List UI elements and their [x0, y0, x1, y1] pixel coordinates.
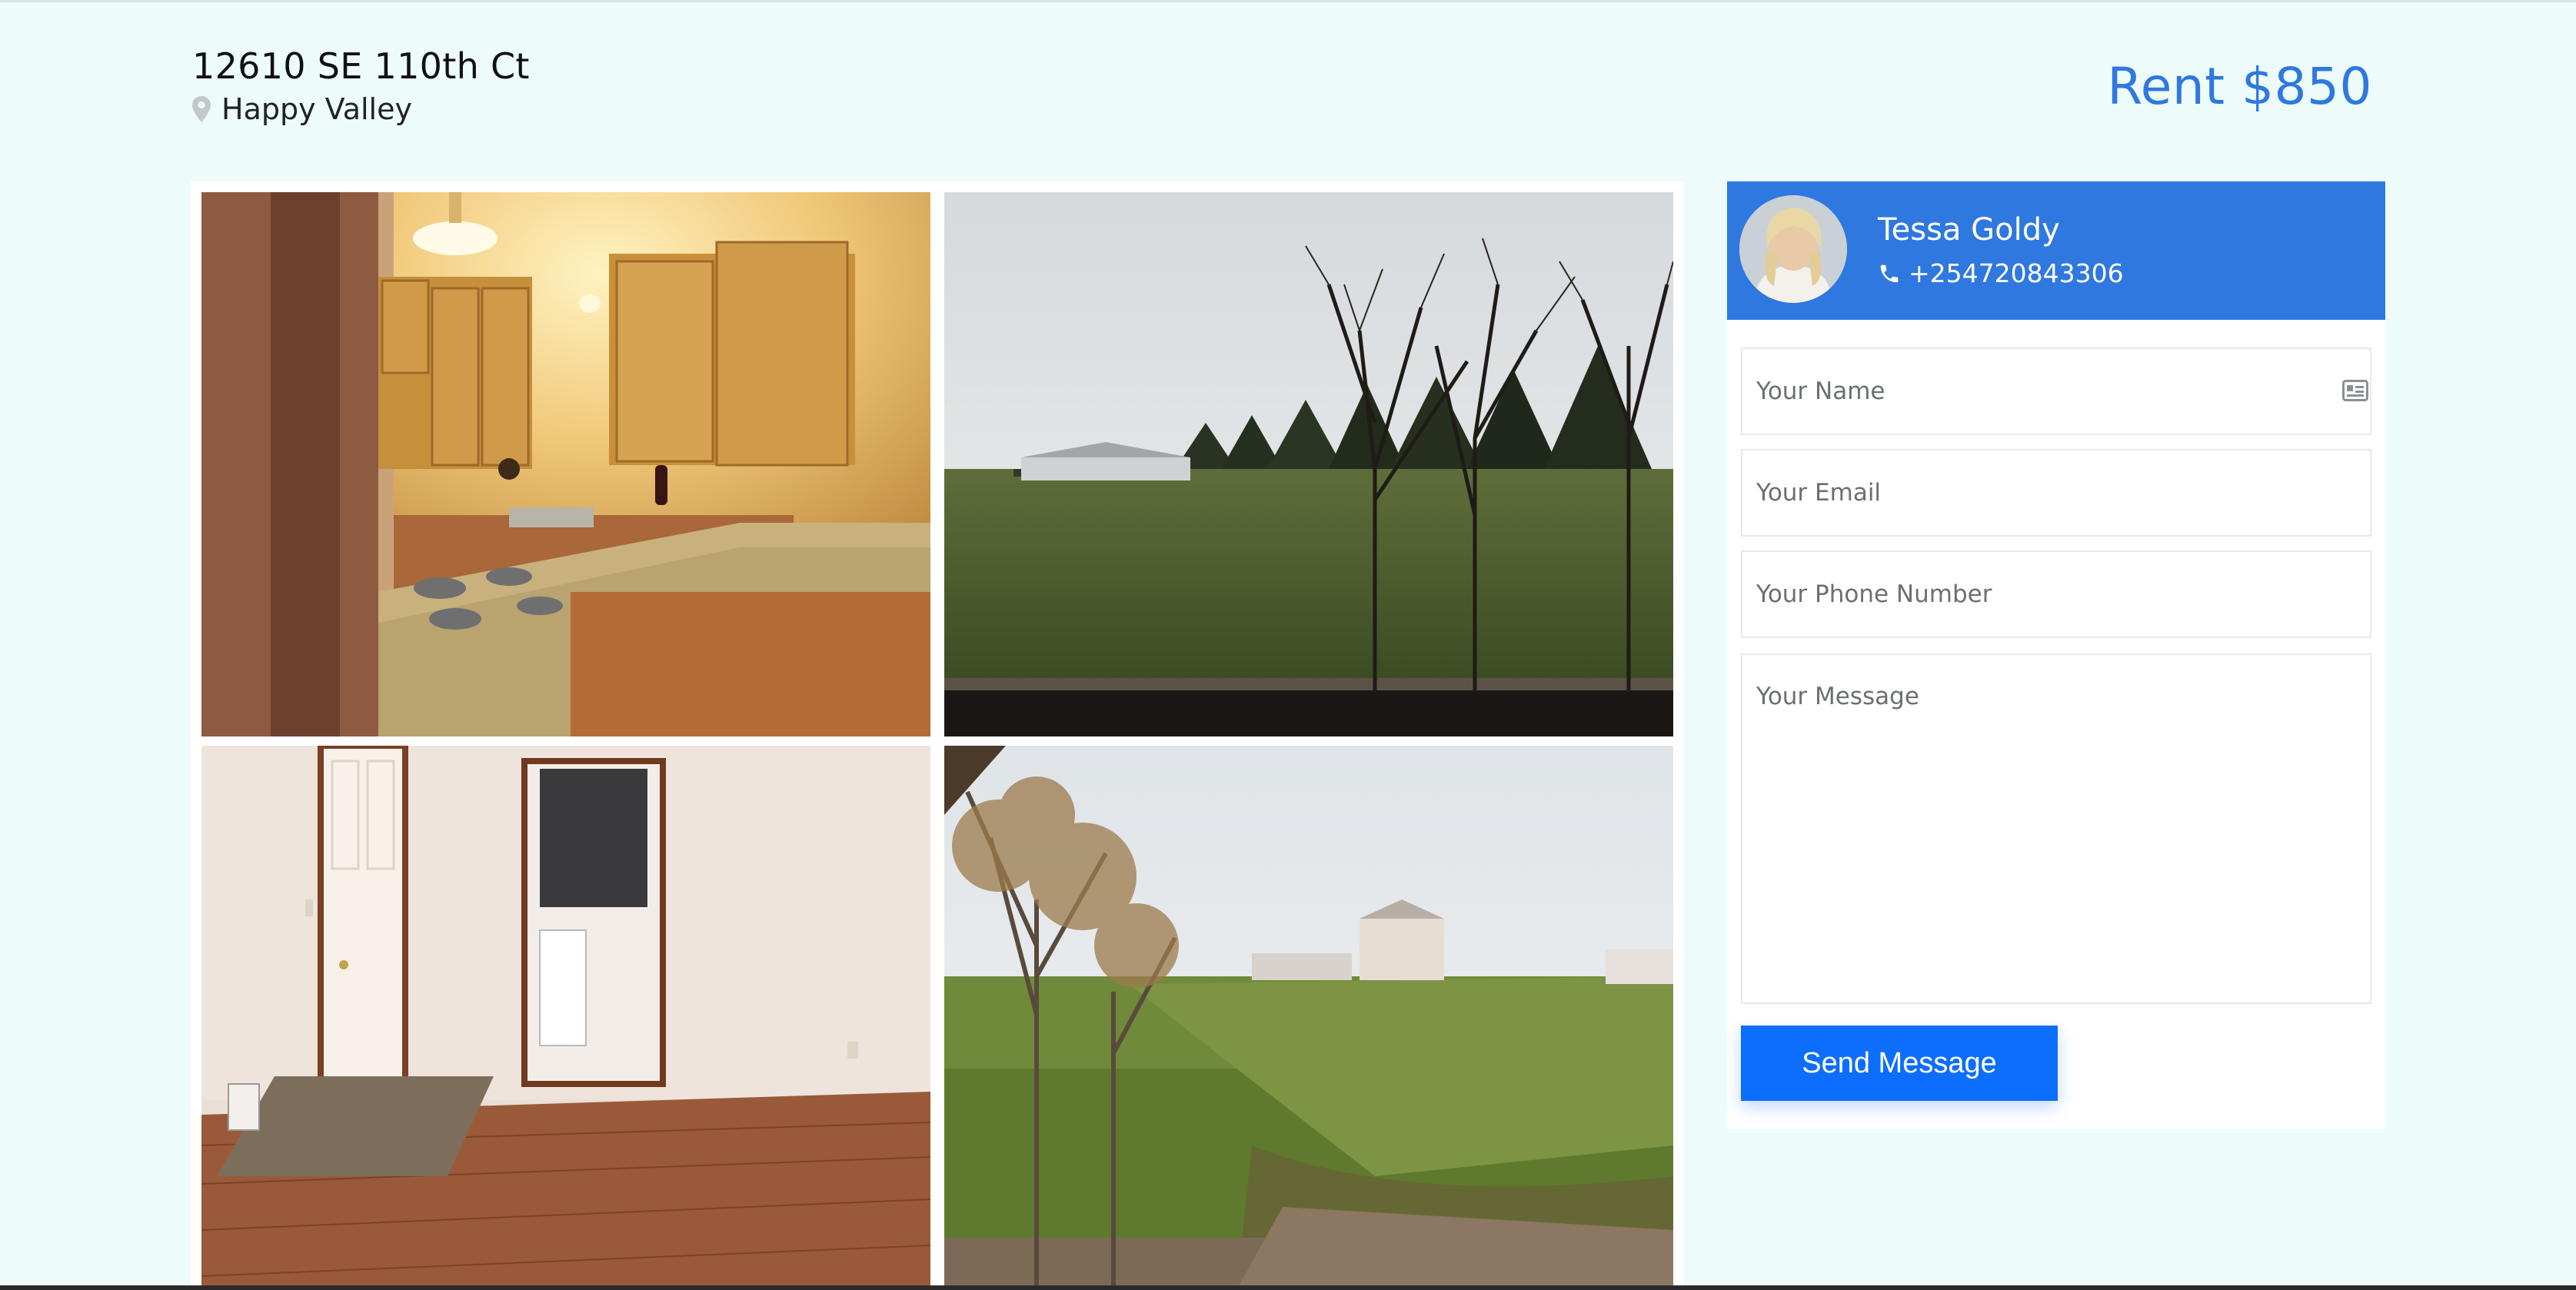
agent-phone-number: +254720843306 [1909, 258, 2124, 288]
listing-price: Rent $850 [2107, 57, 2372, 116]
phone-icon [1878, 262, 1901, 285]
map-pin-icon [192, 96, 211, 122]
agent-name: Tessa Goldy [1878, 212, 2060, 248]
photo-gallery [191, 181, 1684, 1290]
bottom-border [0, 1285, 2576, 1290]
id-card-icon [2342, 380, 2368, 401]
phone-number-input[interactable] [1741, 550, 2371, 638]
message-textarea[interactable] [1741, 653, 2371, 1004]
gallery-photo-kitchen[interactable] [201, 192, 930, 736]
listing-city: Happy Valley [221, 92, 412, 126]
gallery-photo-living-room[interactable] [201, 746, 930, 1290]
listing-address: 12610 SE 110th Ct [192, 45, 530, 87]
email-input[interactable] [1741, 449, 2371, 537]
gallery-photo-backyard[interactable] [944, 192, 1673, 736]
agent-phone[interactable]: +254720843306 [1878, 258, 2124, 288]
agent-contact-card: Tessa Goldy +254720843306 Send Message [1727, 181, 2385, 1129]
agent-avatar [1739, 195, 1847, 303]
agent-header: Tessa Goldy +254720843306 [1727, 181, 2385, 320]
name-input[interactable] [1741, 347, 2371, 435]
top-border [0, 0, 2576, 2]
gallery-photo-field-view[interactable] [944, 746, 1673, 1290]
listing-location: Happy Valley [192, 92, 412, 126]
send-message-button[interactable]: Send Message [1741, 1026, 2058, 1101]
